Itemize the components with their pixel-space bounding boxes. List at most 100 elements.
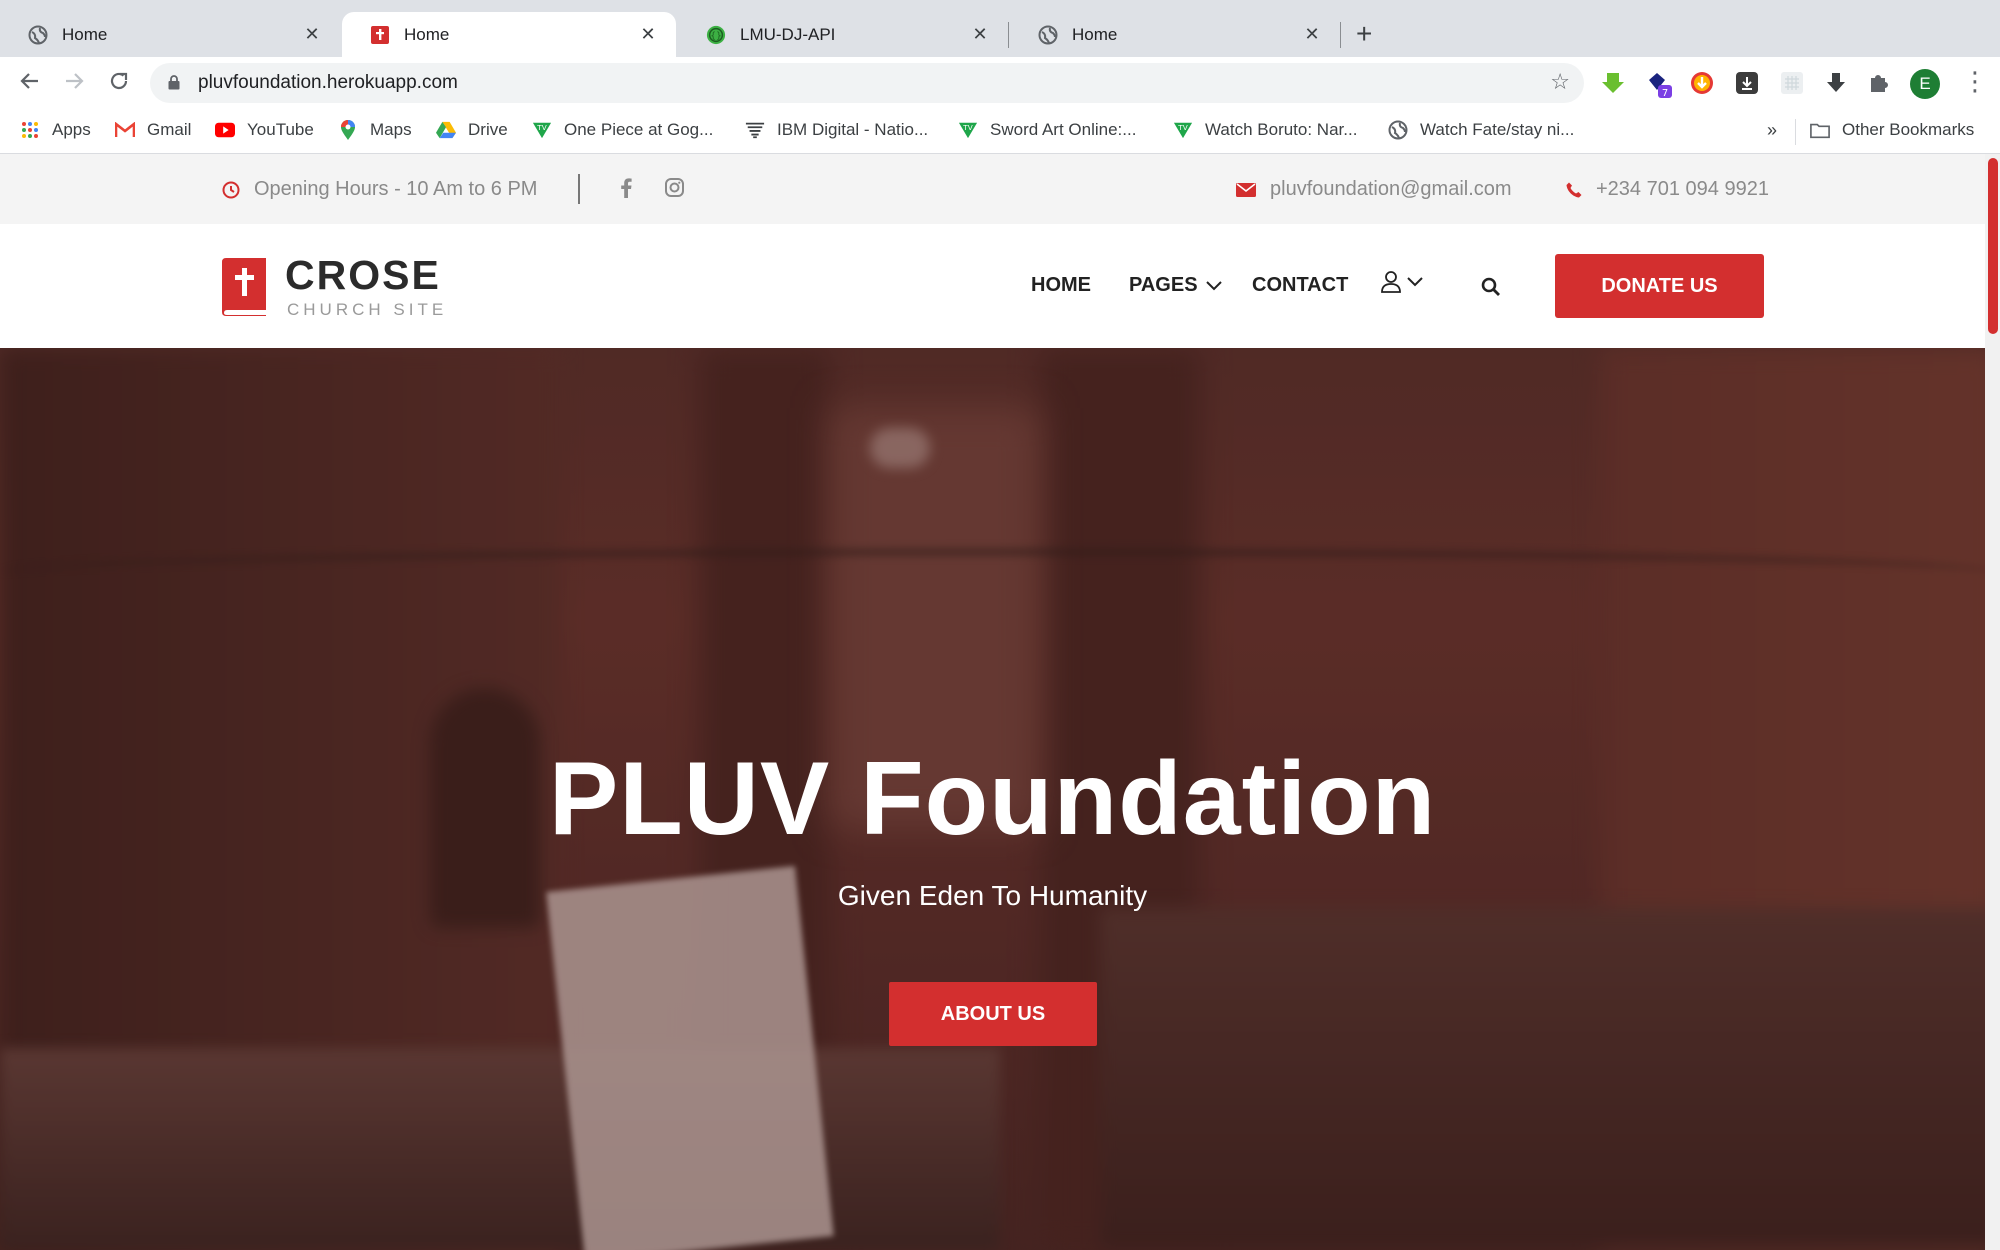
bookmark-boruto[interactable]: TV Watch Boruto: Nar...	[1173, 120, 1357, 140]
browser-tab-active[interactable]: Home ✕	[342, 12, 676, 57]
bookmark-gmail[interactable]: Gmail	[115, 120, 191, 140]
back-arrow-icon[interactable]	[18, 69, 42, 100]
tab-close-icon[interactable]: ✕	[636, 24, 660, 45]
nav-home[interactable]: HOME	[1031, 274, 1091, 297]
bookmark-one-piece[interactable]: TV One Piece at Gog...	[532, 120, 713, 140]
other-bookmarks[interactable]: Other Bookmarks	[1810, 120, 1974, 140]
tab-close-icon[interactable]: ✕	[1300, 24, 1324, 45]
email-text[interactable]: pluvfoundation@gmail.com	[1270, 178, 1512, 201]
contact-email[interactable]: pluvfoundation@gmail.com	[1236, 178, 1512, 201]
video-download-icon[interactable]	[1689, 70, 1715, 96]
nav-pages-label: PAGES	[1129, 274, 1198, 296]
phone-icon	[1566, 182, 1582, 198]
bookmarks-divider	[1795, 119, 1796, 145]
bookmarks-overflow-button[interactable]: »	[1767, 120, 1777, 141]
nav-pages[interactable]: PAGES	[1129, 274, 1222, 297]
tab-title: Home	[404, 24, 450, 44]
ibm-icon	[745, 120, 765, 140]
envelope-icon	[1236, 182, 1256, 198]
logo-subtitle: CHURCH SITE	[287, 300, 448, 319]
browser-tab[interactable]: Home ✕	[0, 12, 340, 57]
download-extension-icon[interactable]	[1600, 70, 1626, 96]
bookmark-label: Watch Boruto: Nar...	[1205, 120, 1358, 139]
extensions-puzzle-icon[interactable]	[1866, 70, 1892, 96]
search-icon[interactable]	[1481, 277, 1501, 297]
tv-shield-icon: TV	[532, 120, 552, 140]
chevron-down-icon	[1205, 280, 1222, 291]
bookmark-apps[interactable]: Apps	[20, 120, 91, 140]
tab-close-icon[interactable]: ✕	[300, 24, 324, 45]
api-favicon: {}	[706, 25, 726, 45]
drive-icon	[436, 120, 456, 140]
bible-cross-logo-icon[interactable]	[222, 258, 266, 316]
lock-icon	[168, 75, 180, 90]
facebook-icon[interactable]	[620, 178, 632, 198]
tv-shield-icon: TV	[1173, 120, 1193, 140]
logo-title[interactable]: CROSE	[285, 252, 441, 299]
about-us-button[interactable]: ABOUT US	[889, 982, 1097, 1046]
svg-text:{}: {}	[710, 31, 722, 41]
bookmark-label: Other Bookmarks	[1842, 120, 1975, 139]
info-bar-divider	[578, 174, 580, 204]
reload-icon[interactable]	[107, 69, 131, 100]
globe-icon	[1038, 25, 1058, 45]
bookmark-label: Sword Art Online:...	[990, 120, 1137, 139]
clock-icon	[222, 181, 240, 199]
tab-close-icon[interactable]: ✕	[968, 24, 992, 45]
opening-hours-text: Opening Hours - 10 Am to 6 PM	[254, 178, 538, 200]
page-scrollbar[interactable]	[1985, 154, 2000, 1250]
hero-subtitle: Given Eden To Humanity	[837, 880, 1148, 911]
bookmark-star-icon[interactable]: ☆	[1550, 69, 1570, 95]
tab-separator	[1008, 22, 1009, 48]
new-tab-button[interactable]: +	[1356, 18, 1372, 50]
svg-text:TV: TV	[962, 123, 972, 132]
tab-title: Home	[1072, 24, 1118, 44]
svg-text:TV: TV	[536, 123, 546, 132]
bookmark-sword-art[interactable]: TV Sword Art Online:...	[958, 120, 1136, 140]
bookmark-label: IBM Digital - Natio...	[777, 120, 929, 139]
bookmark-label: Apps	[52, 120, 91, 139]
grid-extension-icon[interactable]	[1779, 70, 1805, 96]
save-extension-icon[interactable]	[1734, 70, 1760, 96]
apps-grid-icon	[20, 120, 40, 140]
bookmarks-bar: Apps Gmail YouTube Maps Drive TV One Pie…	[0, 109, 2000, 154]
bookmark-youtube[interactable]: YouTube	[215, 120, 314, 140]
nav-contact[interactable]: CONTACT	[1252, 274, 1348, 297]
tab-title: LMU-DJ-API	[740, 24, 836, 44]
arrow-down-extension-icon[interactable]	[1823, 70, 1849, 96]
browser-tab-strip: Home ✕ Home ✕ {} LMU-DJ-API ✕ Home ✕ +	[0, 0, 2000, 57]
bookmark-ibm[interactable]: IBM Digital - Natio...	[745, 120, 928, 140]
profile-avatar[interactable]: E	[1910, 69, 1940, 99]
opening-hours: Opening Hours - 10 Am to 6 PM	[222, 178, 537, 201]
phone-text[interactable]: +234 701 094 9921	[1596, 178, 1769, 201]
browser-tab[interactable]: Home ✕	[1010, 12, 1340, 57]
maps-pin-icon	[338, 120, 358, 140]
gem-extension-icon[interactable]: 7	[1645, 70, 1672, 99]
browser-menu-icon[interactable]: ⋮	[1962, 66, 1988, 96]
donate-button[interactable]: DONATE US	[1555, 254, 1764, 318]
svg-text:7: 7	[1662, 88, 1668, 99]
globe-icon	[28, 25, 48, 45]
bookmark-label: YouTube	[247, 120, 314, 139]
address-bar[interactable]: pluvfoundation.herokuapp.com ☆	[150, 63, 1584, 103]
browser-tab[interactable]: {} LMU-DJ-API ✕	[678, 12, 1008, 57]
bookmark-fate[interactable]: Watch Fate/stay ni...	[1388, 120, 1574, 140]
scrollbar-thumb[interactable]	[1988, 158, 1998, 334]
globe-icon	[1388, 120, 1408, 140]
svg-text:TV: TV	[1177, 123, 1187, 132]
instagram-icon[interactable]	[665, 178, 684, 197]
tab-separator	[1340, 22, 1341, 48]
hero-title: PLUV Foundation	[548, 741, 1437, 857]
contact-phone[interactable]: +234 701 094 9921	[1566, 178, 1769, 201]
forward-arrow-icon[interactable]	[62, 69, 86, 100]
bookmark-maps[interactable]: Maps	[338, 120, 412, 140]
bookmark-drive[interactable]: Drive	[436, 120, 508, 140]
url-text[interactable]: pluvfoundation.herokuapp.com	[198, 72, 458, 94]
user-account-menu[interactable]	[1381, 271, 1423, 293]
youtube-icon	[215, 120, 235, 140]
user-icon	[1381, 271, 1401, 293]
site-header: CROSE CHURCH SITE HOME PAGES CONTACT DON…	[0, 224, 2000, 348]
tab-title: Home	[62, 24, 108, 44]
bookmark-label: Gmail	[147, 120, 192, 139]
gmail-icon	[115, 120, 135, 140]
